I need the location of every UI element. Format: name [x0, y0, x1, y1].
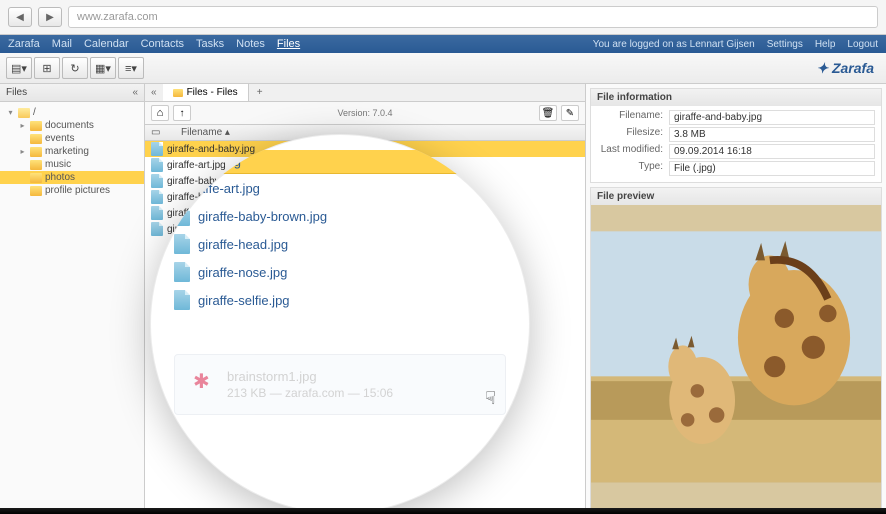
tabstrip: « Files - Files +: [145, 84, 585, 102]
view-details-button[interactable]: ⊞: [34, 57, 60, 79]
details-view-icon: ⊞: [42, 62, 51, 75]
value-modified: 09.09.2014 16:18: [669, 144, 875, 159]
image-file-icon: [151, 190, 163, 204]
tree-root[interactable]: ▾/: [0, 106, 144, 119]
tree-photos[interactable]: photos: [0, 171, 144, 184]
nav-back-button[interactable]: ◀: [8, 7, 32, 27]
browser-chrome: ◀ ▶ www.zarafa.com: [0, 0, 886, 35]
device-edge: [0, 508, 886, 514]
tab-files[interactable]: Files - Files: [163, 84, 249, 101]
label-filesize: Filesize:: [597, 127, 669, 142]
up-arrow-icon: ↑: [180, 108, 185, 119]
file-info-panel: File information Filename:giraffe-and-ba…: [590, 88, 882, 183]
menu-files[interactable]: Files: [277, 38, 300, 50]
image-file-icon: [151, 142, 163, 156]
sidebar-collapse-button[interactable]: «: [132, 87, 138, 98]
file-info-header: File information: [591, 89, 881, 106]
image-file-icon: [151, 174, 163, 188]
folder-icon: [30, 160, 42, 170]
column-type-icon[interactable]: ▭: [151, 127, 163, 138]
menu-tasks[interactable]: Tasks: [196, 38, 224, 50]
tree-documents[interactable]: ▸documents: [0, 119, 144, 132]
folder-icon: [173, 89, 183, 97]
delete-button[interactable]: 🗑: [539, 105, 557, 121]
details-panel: File information Filename:giraffe-and-ba…: [586, 84, 886, 514]
home-icon: ⌂: [157, 107, 164, 119]
edit-button[interactable]: ✎: [561, 105, 579, 121]
list-view-icon: ≡▾: [125, 62, 137, 75]
folder-icon: [30, 134, 42, 144]
value-filename: giraffe-and-baby.jpg: [669, 110, 875, 125]
giraffe-image: [591, 205, 881, 509]
url-bar[interactable]: www.zarafa.com: [68, 6, 878, 28]
tree-music[interactable]: music: [0, 158, 144, 171]
folder-icon: [30, 121, 42, 131]
new-button[interactable]: ▤▾: [6, 57, 32, 79]
tree-profile-pictures[interactable]: profile pictures: [0, 184, 144, 197]
view-icons-button[interactable]: ▦▾: [90, 57, 116, 79]
trash-icon: 🗑: [542, 108, 555, 119]
file-toolbar: ⌂ ↑ Version: 7.0.4 🗑 ✎: [145, 102, 585, 125]
tree-marketing[interactable]: ▸marketing: [0, 145, 144, 158]
sidebar-header: Files «: [0, 84, 144, 102]
menu-contacts[interactable]: Contacts: [141, 38, 184, 50]
pencil-icon: ✎: [566, 108, 574, 119]
file-list: giraffe-and-baby.jpg giraffe-art.jpg gir…: [145, 141, 585, 514]
file-view: « Files - Files + ⌂ ↑ Version: 7.0.4 🗑 ✎…: [145, 84, 586, 514]
sidebar: Files « ▾/ ▸documents events ▸marketing …: [0, 84, 145, 514]
column-filename[interactable]: Filename ▴: [181, 127, 230, 138]
sidebar-title: Files: [6, 87, 27, 98]
file-row[interactable]: giraffe-art.jpg: [145, 157, 585, 173]
folder-icon: [18, 108, 30, 118]
help-link[interactable]: Help: [815, 39, 836, 50]
up-button[interactable]: ↑: [173, 105, 191, 121]
refresh-button[interactable]: ↻: [62, 57, 88, 79]
main-area: « Files - Files + ⌂ ↑ Version: 7.0.4 🗑 ✎…: [145, 84, 886, 514]
app-menubar: Zarafa Mail Calendar Contacts Tasks Note…: [0, 35, 886, 53]
logout-link[interactable]: Logout: [847, 39, 878, 50]
folder-tree: ▾/ ▸documents events ▸marketing music ph…: [0, 102, 144, 201]
label-filename: Filename:: [597, 110, 669, 125]
folder-icon: [30, 147, 42, 157]
column-header: ▭ Filename ▴: [145, 125, 585, 141]
value-type: File (.jpg): [669, 161, 875, 176]
main-toolbar: ▤▾ ⊞ ↻ ▦▾ ≡▾ ✦ Zarafa: [0, 53, 886, 84]
menu-zarafa[interactable]: Zarafa: [8, 38, 40, 50]
menu-mail[interactable]: Mail: [52, 38, 72, 50]
home-button[interactable]: ⌂: [151, 105, 169, 121]
view-list-button[interactable]: ≡▾: [118, 57, 144, 79]
logged-in-text: You are logged on as Lennart Gijsen: [593, 39, 755, 50]
tree-events[interactable]: events: [0, 132, 144, 145]
folder-plus-icon: ▤▾: [11, 62, 27, 75]
image-file-icon: [151, 206, 163, 220]
tab-add-button[interactable]: +: [249, 85, 271, 100]
folder-icon: [30, 173, 42, 183]
preview-image: [591, 205, 881, 509]
fileview-collapse-button[interactable]: «: [145, 87, 163, 98]
file-row[interactable]: giraffe-head.jpg: [145, 189, 585, 205]
image-file-icon: [151, 158, 163, 172]
file-row[interactable]: giraffe-selfie.jpg: [145, 221, 585, 237]
workspace: Files « ▾/ ▸documents events ▸marketing …: [0, 84, 886, 514]
icons-view-icon: ▦▾: [95, 62, 111, 75]
nav-forward-button[interactable]: ▶: [38, 7, 62, 27]
file-preview-header: File preview: [591, 188, 881, 205]
refresh-icon: ↻: [70, 62, 79, 75]
file-row[interactable]: giraffe-baby-brown.jpg: [145, 173, 585, 189]
brand-logo: ✦ Zarafa: [816, 60, 880, 77]
file-preview-panel: File preview: [590, 187, 882, 510]
label-modified: Last modified:: [597, 144, 669, 159]
image-file-icon: [151, 222, 163, 236]
file-row[interactable]: giraffe-and-baby.jpg: [145, 141, 585, 157]
menubar-items: Zarafa Mail Calendar Contacts Tasks Note…: [8, 38, 300, 50]
menu-calendar[interactable]: Calendar: [84, 38, 129, 50]
file-row[interactable]: giraffe-nose.jpg: [145, 205, 585, 221]
version-label: Version: 7.0.4: [337, 108, 392, 118]
folder-icon: [30, 186, 42, 196]
settings-link[interactable]: Settings: [767, 39, 803, 50]
label-type: Type:: [597, 161, 669, 176]
value-filesize: 3.8 MB: [669, 127, 875, 142]
menu-notes[interactable]: Notes: [236, 38, 265, 50]
